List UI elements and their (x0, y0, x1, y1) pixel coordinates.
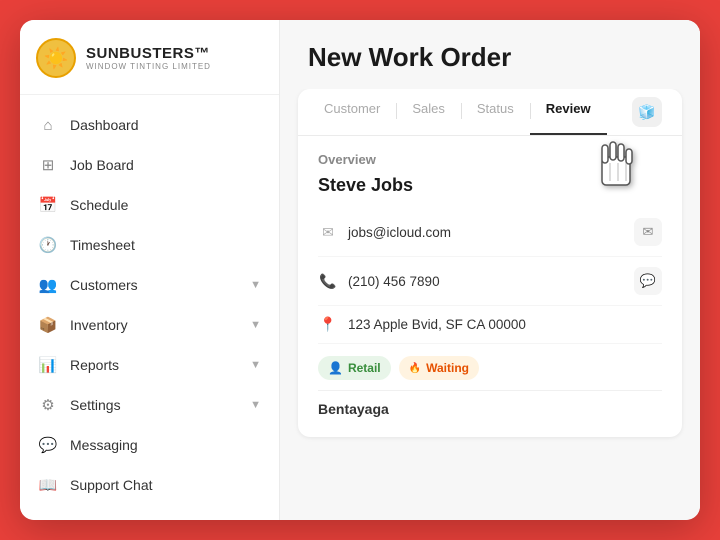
next-section-label: Bentayaga (318, 390, 662, 421)
sidebar-item-dashboard[interactable]: ⌂ Dashboard (20, 105, 279, 145)
sidebar-item-customers[interactable]: 👥 Customers ▼ (20, 265, 279, 305)
customers-chevron: ▼ (250, 279, 261, 291)
email-icon: ✉ (318, 224, 338, 241)
settings-icon: ⚙ (38, 395, 58, 415)
email-action-btn[interactable]: ✉ (634, 218, 662, 246)
dashboard-label: Dashboard (70, 117, 261, 133)
tab-customer[interactable]: Customer (308, 89, 396, 135)
sidebar-item-messaging[interactable]: 💬 Messaging (20, 425, 279, 465)
retail-label: Retail (348, 361, 381, 375)
inventory-icon: 📦 (38, 315, 58, 335)
page-title: New Work Order (308, 42, 672, 73)
job-board-label: Job Board (70, 157, 261, 173)
retail-icon: 👤 (328, 361, 343, 375)
sidebar-item-reports[interactable]: 📊 Reports ▼ (20, 345, 279, 385)
phone-icon: 📞 (318, 273, 338, 290)
tag-retail: 👤 Retail (318, 356, 391, 380)
brand-name: SUNBUSTERS™ (86, 45, 211, 62)
address-text: 123 Apple Bvid, SF CA 00000 (348, 317, 662, 332)
schedule-label: Schedule (70, 197, 261, 213)
sidebar-nav: ⌂ Dashboard ⊞ Job Board 📅 Schedule 🕐 Tim… (20, 95, 279, 520)
support-chat-icon: 📖 (38, 475, 58, 495)
logo-icon: ☀️ (36, 38, 76, 78)
work-order-card: Customer Sales Status Review 🧊 Overview … (298, 89, 682, 437)
email-row: ✉ jobs@icloud.com ✉ (318, 208, 662, 257)
customers-label: Customers (70, 277, 238, 293)
sidebar-item-support-chat[interactable]: 📖 Support Chat (20, 465, 279, 505)
timesheet-label: Timesheet (70, 237, 261, 253)
email-text: jobs@icloud.com (348, 225, 624, 240)
sidebar-item-timesheet[interactable]: 🕐 Timesheet (20, 225, 279, 265)
schedule-icon: 📅 (38, 195, 58, 215)
app-window: ☀️ SUNBUSTERS™ WINDOW TINTING LIMITED ⌂ … (20, 20, 700, 520)
address-icon: 📍 (318, 316, 338, 333)
phone-action-btn[interactable]: 💬 (634, 267, 662, 295)
overview-content: Overview Steve Jobs ✉ jobs@icloud.com ✉ … (298, 136, 682, 437)
reports-icon: 📊 (38, 355, 58, 375)
messaging-icon: 💬 (38, 435, 58, 455)
sidebar-item-inventory[interactable]: 📦 Inventory ▼ (20, 305, 279, 345)
sidebar-item-settings[interactable]: ⚙ Settings ▼ (20, 385, 279, 425)
waiting-label: Waiting (426, 361, 469, 375)
reports-chevron: ▼ (250, 359, 261, 371)
settings-chevron: ▼ (250, 399, 261, 411)
customers-icon: 👥 (38, 275, 58, 295)
phone-text: (210) 456 7890 (348, 274, 624, 289)
brand-sub: WINDOW TINTING LIMITED (86, 62, 211, 71)
waiting-icon: 🔥 (409, 363, 421, 374)
sidebar: ☀️ SUNBUSTERS™ WINDOW TINTING LIMITED ⌂ … (20, 20, 280, 520)
tab-status[interactable]: Status (461, 89, 530, 135)
main-body: Customer Sales Status Review 🧊 Overview … (280, 89, 700, 520)
tab-sales[interactable]: Sales (396, 89, 461, 135)
tabs-bar: Customer Sales Status Review 🧊 (298, 89, 682, 136)
main-content: New Work Order Customer Sales Status Rev… (280, 20, 700, 520)
sidebar-logo: ☀️ SUNBUSTERS™ WINDOW TINTING LIMITED (20, 20, 279, 95)
tab-extra-icon[interactable]: 🧊 (632, 97, 662, 127)
phone-row: 📞 (210) 456 7890 💬 (318, 257, 662, 306)
customer-name: Steve Jobs (318, 175, 662, 196)
job-board-icon: ⊞ (38, 155, 58, 175)
reports-label: Reports (70, 357, 238, 373)
tags-row: 👤 Retail 🔥 Waiting (318, 344, 662, 384)
dashboard-icon: ⌂ (38, 115, 58, 135)
overview-label: Overview (318, 152, 662, 167)
messaging-label: Messaging (70, 437, 261, 453)
sidebar-item-job-board[interactable]: ⊞ Job Board (20, 145, 279, 185)
address-row: 📍 123 Apple Bvid, SF CA 00000 (318, 306, 662, 344)
support-chat-label: Support Chat (70, 477, 261, 493)
main-header: New Work Order (280, 20, 700, 89)
inventory-label: Inventory (70, 317, 238, 333)
sidebar-item-schedule[interactable]: 📅 Schedule (20, 185, 279, 225)
timesheet-icon: 🕐 (38, 235, 58, 255)
tag-waiting: 🔥 Waiting (399, 356, 479, 380)
logo-text: SUNBUSTERS™ WINDOW TINTING LIMITED (86, 45, 211, 71)
inventory-chevron: ▼ (250, 319, 261, 331)
tab-review[interactable]: Review (530, 89, 607, 135)
settings-label: Settings (70, 397, 238, 413)
tab-extra: 🧊 (622, 89, 672, 135)
